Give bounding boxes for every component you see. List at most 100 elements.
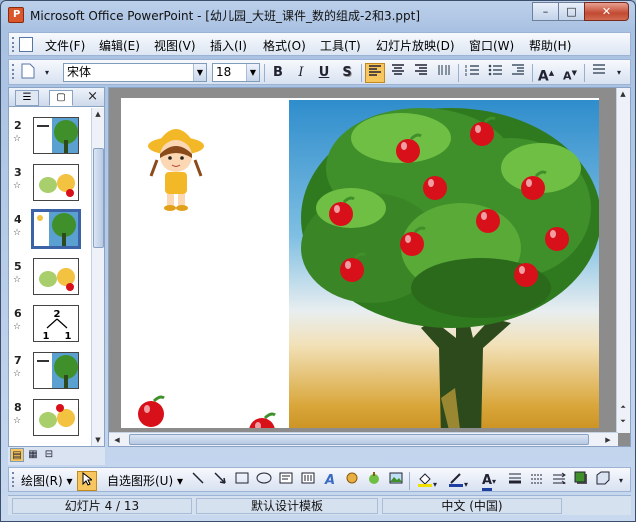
diagram-icon[interactable] — [343, 471, 361, 491]
slide-thumbnail-8[interactable]: 8 ☆ — [9, 399, 92, 443]
draw-menu[interactable]: 绘图(R) ▾ — [21, 472, 73, 489]
fill-color-icon[interactable]: ▾ — [413, 471, 441, 491]
textbox-icon[interactable] — [277, 471, 295, 491]
line-color-icon[interactable]: ▾ — [444, 471, 472, 491]
current-slide[interactable] — [121, 98, 599, 428]
new-document-icon[interactable] — [19, 63, 37, 83]
sorter-view-icon[interactable]: ▦ — [26, 448, 40, 462]
scroll-down-icon[interactable]: ▼ — [92, 434, 104, 446]
scroll-up-icon[interactable]: ▲ — [92, 108, 104, 120]
font-name-combo[interactable]: 宋体 ▼ — [63, 63, 207, 82]
chevron-down-icon[interactable]: ▼ — [246, 64, 259, 81]
menu-format[interactable]: 格式(O) — [263, 37, 306, 54]
font-size-combo[interactable]: 18 ▼ — [212, 63, 260, 82]
menu-slideshow[interactable]: 幻灯片放映(D) — [376, 37, 455, 54]
slide-thumbnail-6[interactable]: 6 ☆ 2 1 1 — [9, 305, 92, 349]
title-bar[interactable]: Microsoft Office PowerPoint - [幼儿园_大班_课件… — [1, 1, 635, 29]
scroll-thumb[interactable] — [93, 148, 104, 248]
distribute-icon[interactable] — [434, 63, 454, 83]
minimize-button[interactable]: – — [532, 2, 559, 21]
line-icon[interactable] — [189, 471, 207, 491]
outline-tab[interactable]: ☰ — [15, 90, 39, 106]
slide-thumbnail-4[interactable]: 4 ☆ — [9, 209, 92, 255]
slideshow-view-icon[interactable]: ⊟ — [42, 448, 56, 462]
apple — [138, 395, 165, 427]
menu-tools[interactable]: 工具(T) — [320, 37, 361, 54]
toolbar-grip[interactable] — [12, 64, 15, 79]
menu-help[interactable]: 帮助(H) — [529, 37, 571, 54]
thumbnails-scrollbar[interactable]: ▲ ▼ — [91, 108, 104, 446]
shrink-font-button[interactable]: A▼ — [560, 63, 580, 83]
menu-insert[interactable]: 插入(I) — [210, 37, 247, 54]
menu-file[interactable]: 文件(F) — [45, 37, 85, 54]
oval-icon[interactable] — [255, 471, 273, 491]
clipart-icon[interactable] — [365, 471, 383, 491]
next-slide-icon[interactable]: ⏷ — [617, 415, 629, 427]
slide-vertical-scrollbar[interactable]: ▲ ⏶ ⏷ — [616, 88, 630, 433]
normal-view-icon[interactable]: ▤ — [10, 448, 24, 462]
slide-preview — [33, 352, 79, 389]
scroll-right-icon[interactable]: ▶ — [602, 434, 614, 446]
select-objects-icon[interactable] — [77, 471, 97, 491]
wordart-icon[interactable]: A — [321, 471, 339, 491]
slides-tab[interactable]: ▢ — [49, 90, 73, 106]
menu-view[interactable]: 视图(V) — [154, 37, 196, 54]
vertical-textbox-icon[interactable] — [299, 471, 317, 491]
slide-thumbnail-2[interactable]: 2 ☆ — [9, 117, 92, 161]
close-button[interactable]: ✕ — [584, 2, 629, 21]
italic-button[interactable]: I — [291, 63, 311, 83]
number-top: 2 — [54, 309, 61, 320]
align-center-icon[interactable] — [388, 63, 408, 83]
slide-preview — [33, 399, 79, 436]
menu-window[interactable]: 窗口(W) — [469, 37, 514, 54]
slide-thumbnail-7[interactable]: 7 ☆ — [9, 352, 92, 396]
document-icon[interactable] — [19, 37, 33, 52]
font-color-icon[interactable]: A▾ — [475, 471, 503, 491]
align-right-icon[interactable] — [411, 63, 431, 83]
bullets-icon[interactable] — [485, 63, 505, 83]
underline-button[interactable]: U — [314, 63, 334, 83]
align-left-icon[interactable] — [365, 63, 385, 83]
slide-number: 4 — [14, 213, 22, 226]
toolbar-options-icon[interactable]: ▾ — [613, 63, 625, 83]
scroll-thumb[interactable] — [129, 434, 589, 445]
close-panel-icon[interactable]: × — [87, 89, 98, 104]
shadow-button[interactable]: S — [337, 63, 357, 83]
previous-slide-icon[interactable]: ⏶ — [617, 401, 629, 413]
grow-font-label: A — [537, 68, 549, 85]
line-style-icon[interactable] — [506, 471, 524, 491]
dash-style-icon[interactable] — [528, 471, 546, 491]
numbering-icon[interactable] — [462, 63, 482, 83]
toolbar-grip[interactable] — [12, 472, 15, 487]
autoshapes-menu[interactable]: 自选图形(U) ▾ — [107, 472, 183, 489]
picture-icon[interactable] — [387, 471, 405, 491]
arrow-icon[interactable] — [211, 471, 229, 491]
powerpoint-icon[interactable] — [8, 7, 24, 23]
design-icon[interactable] — [589, 63, 609, 83]
indent-icon[interactable] — [508, 63, 528, 83]
chevron-down-icon[interactable]: ▼ — [193, 64, 206, 81]
slide-thumbnail-3[interactable]: 3 ☆ — [9, 164, 92, 208]
slide-counter: 幻灯片 4 / 13 — [12, 498, 192, 514]
bold-button[interactable]: B — [268, 63, 288, 83]
toolbar-grip[interactable] — [12, 37, 15, 52]
scroll-left-icon[interactable]: ◀ — [111, 434, 123, 446]
number-left: 1 — [43, 331, 50, 342]
grow-font-button[interactable]: A▲ — [536, 63, 556, 85]
slide-number: 3 — [14, 166, 22, 179]
maximize-button[interactable]: □ — [558, 2, 585, 21]
rectangle-icon[interactable] — [233, 471, 251, 491]
arrow-style-icon[interactable] — [550, 471, 568, 491]
powerpoint-window: Microsoft Office PowerPoint - [幼儿园_大班_课件… — [0, 0, 636, 522]
toolbar-options-icon[interactable]: ▾ — [41, 63, 53, 83]
slide-thumbnail-5[interactable]: 5 ☆ — [9, 258, 92, 302]
menu-edit[interactable]: 编辑(E) — [99, 37, 140, 54]
slide-preview: 2 1 1 — [33, 305, 79, 342]
shadow-style-icon[interactable] — [572, 471, 590, 491]
toolbar-options-icon[interactable]: ▾ — [615, 471, 627, 491]
slide-horizontal-scrollbar[interactable]: ◀ ▶ — [109, 432, 618, 446]
animation-star-icon: ☆ — [13, 416, 22, 426]
scroll-up-icon[interactable]: ▲ — [617, 88, 629, 100]
3d-style-icon[interactable] — [594, 471, 612, 491]
separator — [532, 64, 533, 82]
